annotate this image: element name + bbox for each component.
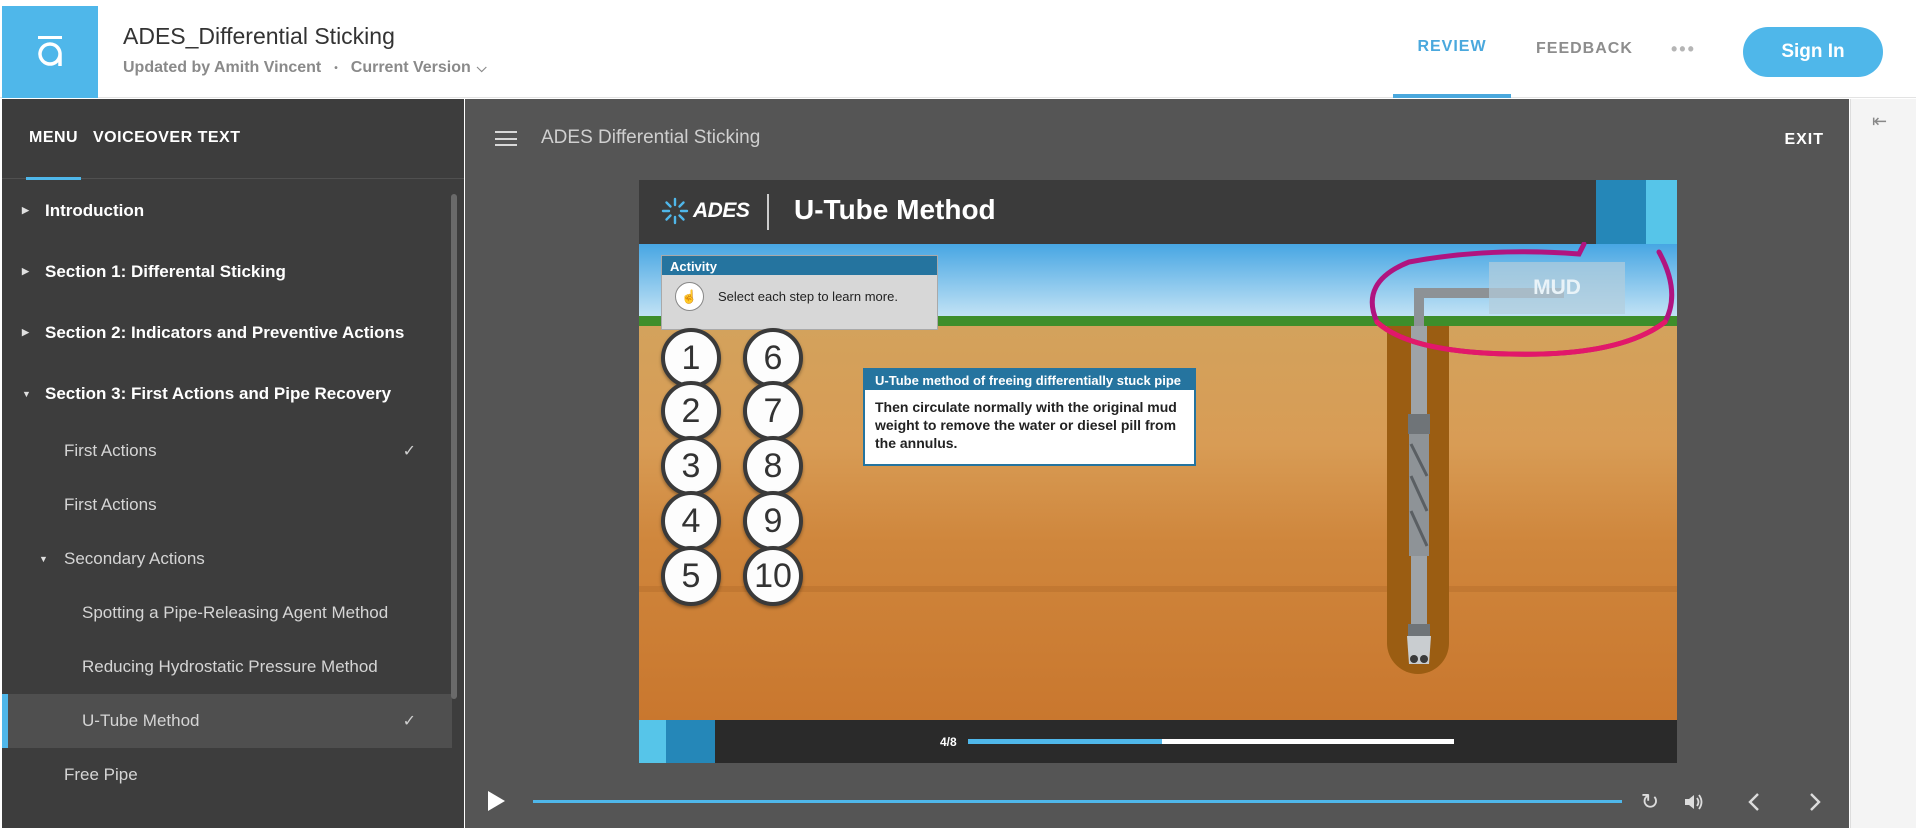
cursor-click-icon: ☝ — [675, 282, 704, 311]
sidebar-item-introduction[interactable]: ▶ Introduction — [2, 180, 452, 241]
sidebar-item-label: First Actions — [64, 495, 157, 514]
expand-triangle-icon[interactable]: ▶ — [22, 327, 29, 338]
checkmark-icon: ✓ — [402, 713, 416, 730]
app-root: ADES_Differential Sticking Updated by Am… — [0, 0, 1916, 828]
sidebar-item-first-actions[interactable]: First Actions ✓ — [2, 424, 452, 478]
sidebar-tabs: MENU VOICEOVER TEXT — [2, 99, 464, 180]
chevron-left-icon[interactable] — [1740, 789, 1768, 815]
sidebar-item-spotting-agent[interactable]: Spotting a Pipe-Releasing Agent Method — [2, 586, 452, 640]
sidebar-item-section-2[interactable]: ▶ Section 2: Indicators and Preventive A… — [2, 302, 452, 363]
sidebar-scrollbar[interactable] — [451, 194, 457, 699]
document-meta: Updated by Amith Vincent • Current Versi… — [123, 59, 487, 77]
sidebar-item-first-actions-2[interactable]: First Actions — [2, 478, 452, 532]
collapse-triangle-icon[interactable]: ▼ — [22, 389, 31, 399]
sidebar-item-label: Section 2: Indicators and Preventive Act… — [45, 322, 405, 342]
footer-accent-light — [639, 720, 666, 763]
tab-review[interactable]: REVIEW — [1393, 0, 1511, 98]
step-button-2[interactable]: 2 — [661, 381, 721, 441]
step-button-10[interactable]: 10 — [743, 546, 803, 606]
sidebar-item-label: Reducing Hydrostatic Pressure Method — [82, 657, 378, 676]
activity-box: Activity ☝ Select each step to learn mor… — [661, 255, 938, 330]
annotation-scribble — [1369, 242, 1675, 357]
sidebar-item-label: Free Pipe — [64, 765, 138, 784]
sidebar-item-label: Secondary Actions — [64, 549, 205, 568]
step-button-7[interactable]: 7 — [743, 381, 803, 441]
sidebar-item-section-3[interactable]: ▼ Section 3: First Actions and Pipe Reco… — [2, 363, 452, 424]
tab-voiceover-text[interactable]: VOICEOVER TEXT — [93, 129, 240, 147]
chevron-right-icon[interactable] — [1801, 789, 1829, 815]
volume-icon[interactable] — [1680, 789, 1708, 815]
sidebar-item-label: First Actions — [64, 441, 157, 460]
step-button-4[interactable]: 4 — [661, 491, 721, 551]
hamburger-menu-icon[interactable] — [495, 131, 517, 146]
header-accent-light — [1646, 180, 1677, 244]
expand-triangle-icon[interactable]: ▶ — [22, 205, 29, 216]
sidebar-item-secondary-actions[interactable]: ▼ Secondary Actions — [2, 532, 452, 586]
ades-logo-text: ADES — [693, 199, 750, 222]
seek-bar[interactable] — [533, 800, 1622, 803]
sidebar-item-label: Section 1: Differental Sticking — [45, 261, 286, 281]
slide-title: U-Tube Method — [794, 194, 996, 225]
step-button-6[interactable]: 6 — [743, 328, 803, 388]
right-rail: ⇤ — [1850, 99, 1916, 828]
ades-logo: ADES — [661, 197, 750, 225]
player-area: ADES Differential Sticking EXIT ADES U-T… — [465, 99, 1849, 828]
drill-string-illustration — [1407, 326, 1431, 664]
tab-menu[interactable]: MENU — [25, 129, 82, 180]
checkmark-icon: ✓ — [402, 443, 416, 460]
play-icon[interactable] — [488, 791, 505, 811]
replay-icon[interactable]: ↻ — [1636, 789, 1664, 815]
step-button-8[interactable]: 8 — [743, 436, 803, 496]
app-logo-icon — [38, 36, 62, 66]
footer-accent-dark — [666, 720, 715, 763]
activity-body: ☝ Select each step to learn more. — [662, 275, 937, 318]
step-button-9[interactable]: 9 — [743, 491, 803, 551]
sidebar-item-label: Section 3: First Actions and Pipe Recove… — [45, 383, 392, 403]
sidebar: MENU VOICEOVER TEXT ▶ Introduction ▶ Sec… — [2, 99, 464, 828]
tab-feedback[interactable]: FEEDBACK — [1536, 0, 1633, 98]
expand-triangle-icon[interactable]: ▶ — [22, 266, 29, 277]
more-options-icon[interactable]: ••• — [1671, 0, 1696, 98]
player-controls: ↻ — [465, 779, 1849, 828]
exit-button[interactable]: EXIT — [1784, 131, 1824, 149]
collapse-panel-icon[interactable]: ⇤ — [1872, 111, 1887, 132]
activity-text: Select each step to learn more. — [718, 289, 898, 304]
step-button-1[interactable]: 1 — [661, 328, 721, 388]
slide-progress-bar — [968, 739, 1454, 744]
slide-header: ADES U-Tube Method — [639, 180, 1677, 244]
activity-header: Activity — [662, 256, 937, 275]
sidebar-item-u-tube-method[interactable]: U-Tube Method ✓ — [2, 694, 452, 748]
sign-in-button[interactable]: Sign In — [1743, 27, 1883, 77]
info-callout: U-Tube method of freeing differentially … — [863, 368, 1196, 466]
sidebar-item-free-pipe[interactable]: Free Pipe — [2, 748, 452, 802]
slide-progress-fill — [968, 739, 1163, 744]
collapse-triangle-icon[interactable]: ▼ — [39, 554, 48, 564]
sidebar-item-label: Introduction — [45, 200, 145, 220]
header-divider — [767, 194, 769, 230]
sidebar-item-label: Spotting a Pipe-Releasing Agent Method — [82, 603, 389, 622]
sidebar-item-label: U-Tube Method — [82, 711, 200, 730]
chevron-down-icon[interactable]: ⌵ — [477, 60, 487, 76]
sidebar-item-section-1[interactable]: ▶ Section 1: Differental Sticking — [2, 241, 452, 302]
sidebar-menu-list: ▶ Introduction ▶ Section 1: Differental … — [2, 180, 452, 802]
sidebar-item-reducing-pressure[interactable]: Reducing Hydrostatic Pressure Method — [2, 640, 452, 694]
meta-separator: • — [334, 62, 338, 74]
info-callout-body: Then circulate normally with the origina… — [875, 399, 1177, 451]
updated-by-label: Updated by Amith Vincent — [123, 59, 322, 76]
step-button-3[interactable]: 3 — [661, 436, 721, 496]
player-header: ADES Differential Sticking EXIT — [465, 99, 1849, 179]
version-dropdown[interactable]: Current Version — [351, 59, 471, 77]
info-callout-header: U-Tube method of freeing differentially … — [865, 370, 1194, 390]
slide-footer: 4/8 — [639, 720, 1677, 763]
top-bar: ADES_Differential Sticking Updated by Am… — [0, 0, 1916, 98]
document-title: ADES_Differential Sticking — [123, 23, 395, 49]
player-title: ADES Differential Sticking — [541, 127, 761, 148]
page-counter: 4/8 — [940, 735, 957, 749]
header-accent-dark — [1596, 180, 1646, 244]
step-button-5[interactable]: 5 — [661, 546, 721, 606]
ades-burst-icon — [661, 197, 689, 225]
slide: ADES U-Tube Method Activity ☝ Select eac… — [639, 180, 1677, 763]
app-logo[interactable] — [2, 6, 98, 98]
